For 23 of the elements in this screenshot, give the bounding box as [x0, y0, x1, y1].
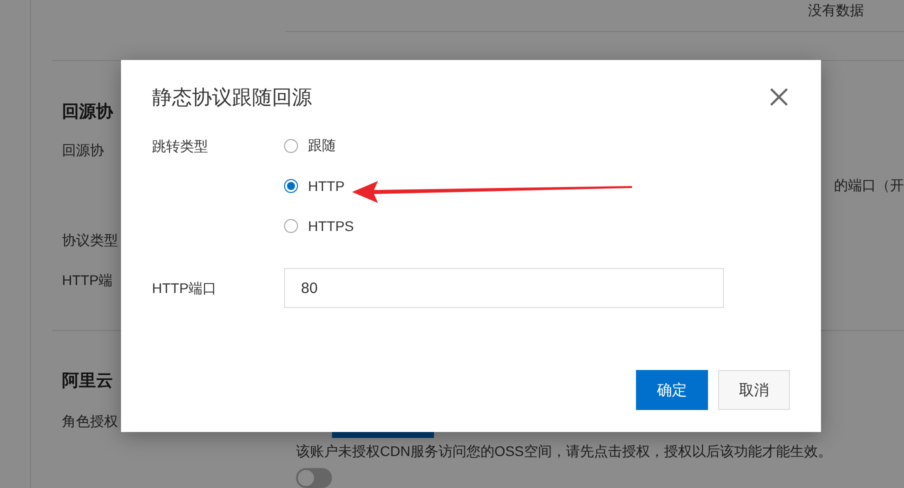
- confirm-button[interactable]: 确定: [636, 370, 708, 410]
- cancel-button[interactable]: 取消: [718, 370, 790, 410]
- section-heading: 阿里云: [62, 370, 113, 392]
- radio-label[interactable]: HTTPS: [308, 218, 354, 234]
- dialog-title: 静态协议跟随回源: [152, 86, 312, 110]
- field-label: HTTP端: [62, 272, 113, 290]
- empty-text: 没有数据: [808, 1, 864, 20]
- radio-button[interactable]: [284, 179, 298, 193]
- close-icon[interactable]: [768, 86, 790, 108]
- radio-button[interactable]: [284, 219, 298, 233]
- field-label: 跳转类型: [152, 137, 209, 156]
- field-label: 协议类型: [62, 232, 118, 250]
- field-label: 角色授权: [62, 413, 118, 431]
- hint-text: 该账户未授权CDN服务访问您的OSS空间，请先点击授权，授权以后该功能才能生效。: [296, 443, 832, 461]
- field-label: HTTP端口: [152, 279, 218, 298]
- radio-label[interactable]: HTTP: [308, 178, 345, 194]
- description-text: 的端口（开: [834, 177, 904, 195]
- radio-label[interactable]: 跟随: [308, 137, 336, 155]
- port-input[interactable]: 80: [284, 268, 724, 308]
- radio-button[interactable]: [284, 139, 298, 153]
- section-heading: 回源协: [62, 100, 113, 122]
- field-label: 回源协: [62, 142, 104, 160]
- toggle-switch[interactable]: [296, 468, 332, 488]
